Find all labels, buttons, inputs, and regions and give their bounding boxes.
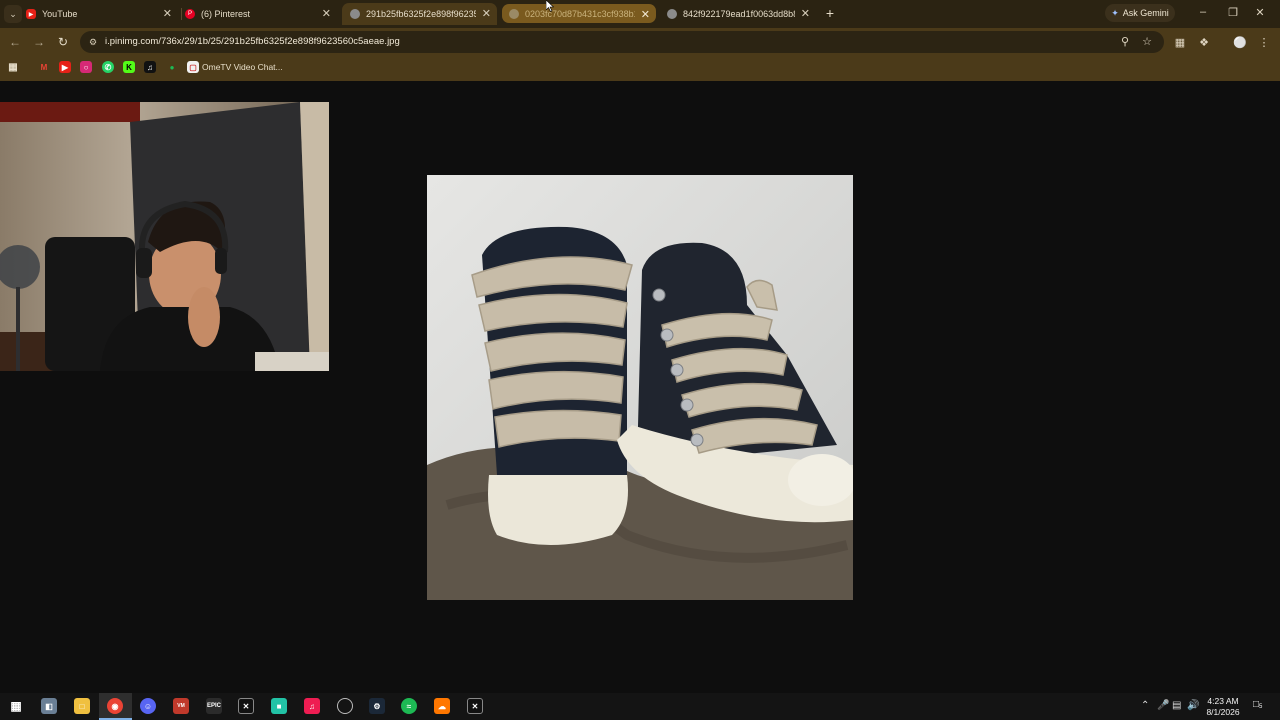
tab-title: 842f922179ead1f0063dd8b8b4 [683, 9, 795, 19]
tab-strip: ⌄ ▶ YouTube ✕ P (6) Pinterest ✕ 291b25fb… [0, 0, 1280, 28]
new-tab-button[interactable]: + [822, 5, 838, 21]
tab-title: 291b25fb6325f2e898f9623560c [366, 9, 476, 19]
address-bar[interactable]: ⚙ i.pinimg.com/736x/29/1b/25/291b25fb632… [80, 31, 1164, 53]
tab-search-button[interactable]: ⌄ [4, 5, 22, 23]
tab-image-3[interactable]: 842f922179ead1f0063dd8b8b4 ✕ [661, 3, 816, 25]
windows-taskbar: ▦ ◧ □ ◉ ☺ VM EPIC ✕ ■ ♫ ⚙ ≈ ☁ ✕ ⌃ 🎤 ▤ 🔊 … [0, 693, 1280, 720]
bookmark-icon[interactable]: ● [166, 61, 178, 73]
capcut-icon[interactable]: ✕ [238, 698, 254, 714]
sparkle-icon: ✦ [1111, 7, 1119, 18]
chrome-icon[interactable]: ◉ [107, 698, 123, 714]
webcam-image [0, 102, 329, 371]
pinterest-icon: P [185, 9, 195, 19]
network-icon[interactable]: ▤ [1172, 700, 1181, 711]
reload-button[interactable]: ↻ [55, 34, 71, 50]
sneaker-image [427, 175, 853, 600]
discord-icon[interactable]: ☺ [140, 698, 156, 714]
gmail-icon[interactable]: M [38, 61, 50, 73]
plus-icon: + [825, 5, 835, 21]
microphone-icon[interactable]: 🎤 [1157, 700, 1169, 711]
arrow-left-icon: ← [9, 35, 21, 49]
capcut-icon[interactable]: ✕ [467, 698, 483, 714]
notification-center-icon[interactable]: □ 5 [1253, 699, 1267, 713]
tab-image-2[interactable]: 0203fc70d87b431c3cf938b164 ✕ [502, 4, 656, 23]
page-content [0, 81, 1280, 693]
mouse-cursor-icon [546, 0, 554, 12]
youtube-icon[interactable]: ▶ [59, 61, 71, 73]
globe-icon [350, 9, 360, 19]
chevron-down-icon: ⌄ [9, 8, 17, 19]
tab-title: YouTube [42, 9, 78, 19]
close-window-button[interactable]: ✕ [1251, 6, 1269, 19]
url-text[interactable]: i.pinimg.com/736x/29/1b/25/291b25fb6325f… [105, 36, 400, 47]
kick-icon[interactable]: K [123, 61, 135, 73]
soundcloud-icon[interactable]: ☁ [434, 698, 450, 714]
apps-grid-icon[interactable]: ▦ [7, 61, 19, 73]
chevron-up-icon[interactable]: ⌃ [1141, 700, 1149, 711]
ask-gemini-button[interactable]: ✦ Ask Gemini [1105, 4, 1175, 22]
close-icon[interactable]: ✕ [322, 7, 331, 20]
windows-start-icon[interactable]: ▦ [8, 698, 24, 714]
restore-button[interactable]: ❐ [1224, 6, 1242, 19]
volume-icon[interactable]: 🔊 [1187, 700, 1199, 711]
tab-image-active[interactable]: 291b25fb6325f2e898f9623560c ✕ [342, 3, 497, 25]
tiktok-icon[interactable]: ♫ [304, 698, 320, 714]
epic-games-icon[interactable]: EPIC [206, 698, 222, 714]
browser-toolbar: ← → ↻ ⚙ i.pinimg.com/736x/29/1b/25/291b2… [0, 28, 1280, 56]
ometv-icon[interactable]: ▢ [187, 61, 199, 73]
kebab-menu-icon[interactable]: ⋮ [1257, 36, 1271, 49]
tab-title: 0203fc70d87b431c3cf938b164 [525, 8, 635, 19]
instagram-icon[interactable]: ○ [80, 61, 92, 73]
close-icon[interactable]: ✕ [641, 8, 650, 21]
clock-date: 8/1/2026 [1206, 707, 1240, 717]
close-icon[interactable]: ✕ [801, 7, 810, 20]
profile-icon[interactable]: ⚪ [1233, 36, 1247, 49]
task-view-icon[interactable]: ◧ [41, 698, 57, 714]
zoom-icon[interactable]: ⚲ [1118, 35, 1132, 48]
system-clock[interactable]: 4:23 AM 8/1/2026 [1200, 696, 1246, 718]
tab-divider [181, 8, 182, 20]
minimize-button[interactable]: – [1194, 6, 1212, 18]
reload-icon: ↻ [57, 35, 69, 49]
webcam-overlay [0, 102, 329, 371]
tiktok-icon[interactable]: ♫ [144, 61, 156, 73]
tab-pinterest[interactable]: P (6) Pinterest ✕ [185, 3, 337, 25]
clock-time: 4:23 AM [1207, 696, 1239, 706]
notification-count: 5 [1259, 704, 1263, 710]
whatsapp-icon[interactable]: ✆ [102, 61, 114, 73]
globe-icon [509, 8, 519, 19]
close-icon[interactable]: ✕ [163, 7, 172, 20]
sneaker-photo [427, 175, 853, 600]
app-icon[interactable]: ■ [271, 698, 287, 714]
ask-gemini-label: Ask Gemini [1122, 8, 1169, 18]
tab-title: (6) Pinterest [201, 9, 251, 19]
site-info-icon[interactable]: ⚙ [89, 36, 99, 48]
globe-icon [667, 9, 677, 19]
star-icon[interactable]: ☆ [1140, 35, 1154, 48]
back-button[interactable]: ← [7, 34, 23, 50]
extensions-icon[interactable]: ❖ [1197, 36, 1211, 49]
close-icon[interactable]: ✕ [482, 7, 491, 20]
voicemeeter-icon[interactable]: VM [173, 698, 189, 714]
file-explorer-icon[interactable]: □ [74, 698, 90, 714]
lens-icon[interactable]: ▦ [1173, 36, 1187, 49]
spotify-icon[interactable]: ≈ [401, 698, 417, 714]
bookmarks-bar: ▦ M ▶ ○ ✆ K ♫ ● ▢ OmeTV Video Chat... [0, 56, 1280, 81]
clock-app-icon[interactable] [337, 698, 353, 714]
steam-icon[interactable]: ⚙ [369, 698, 385, 714]
tab-youtube[interactable]: ▶ YouTube ✕ [26, 3, 178, 25]
bookmark-ometv-label[interactable]: OmeTV Video Chat... [202, 62, 283, 72]
youtube-icon: ▶ [26, 9, 36, 19]
forward-button[interactable]: → [31, 34, 47, 50]
arrow-right-icon: → [33, 35, 45, 49]
restore-icon: ❐ [1228, 7, 1238, 19]
